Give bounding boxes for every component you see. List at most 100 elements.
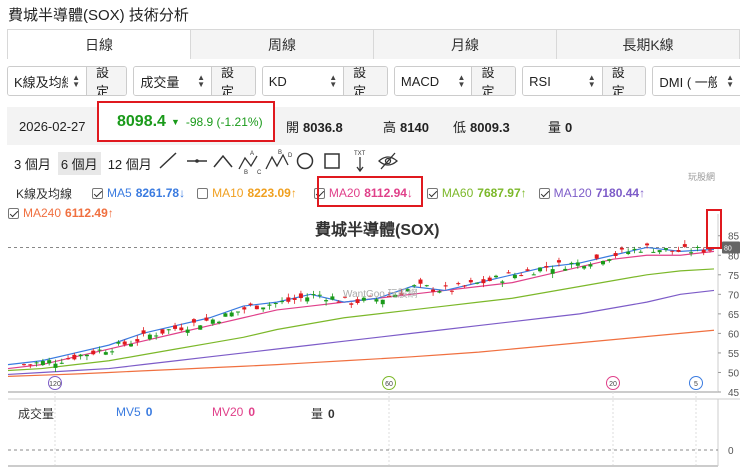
candle-body (701, 249, 706, 253)
price-highlight-box: 8098.4 ▼ -98.9 (-1.21%) (97, 101, 275, 142)
volume-settings-button[interactable]: 設定 (210, 67, 255, 95)
candle-body (588, 264, 593, 267)
candle-body (550, 269, 555, 274)
candle-body (443, 285, 448, 287)
candle-body (191, 319, 196, 323)
candle-body (40, 361, 45, 366)
range-6m[interactable]: 6 個月 (57, 152, 101, 175)
updown-icon: ▲ ▼ (329, 73, 338, 89)
candle-body (210, 319, 215, 324)
dmi-dropdown[interactable]: DMI ( 一般 ▲ ▼ (653, 67, 740, 95)
price-change: -98.9 (-1.21%) (185, 114, 263, 129)
candle-body (349, 303, 354, 305)
drawing-tools: AB C BD TXT (159, 150, 398, 176)
volume-ma20: MV20 0 (212, 405, 256, 419)
kd-settings-button[interactable]: 設定 (343, 67, 387, 95)
candle-body (494, 275, 499, 278)
kline-selector: K線及均線▲▼ 設定 (7, 66, 128, 96)
checkbox[interactable] (197, 187, 209, 199)
triangle-line-icon[interactable] (213, 154, 233, 168)
text-tool-icon[interactable]: TXT (354, 151, 366, 173)
kline-legend: K線及均線 (16, 186, 73, 201)
indicator-selectors: K線及均線▲▼ 設定 成交量▲▼ 設定 KD▲▼ 設定 MACD▲▼ 設定 RS… (7, 66, 740, 96)
quote-bar: 2026-02-27 8098.4 ▼ -98.9 (-1.21%) 開 8036… (7, 101, 740, 145)
volume-value: 量0 (311, 407, 335, 421)
y-tick-label: 85 (728, 232, 740, 243)
page-title: 費城半導體(SOX) 技術分析 (8, 7, 189, 24)
svg-text:TXT: TXT (354, 151, 366, 157)
candle-body (663, 248, 668, 250)
volume-ma5: MV5 0 (116, 405, 153, 419)
rsi-selector: RSI ▲ ▼ 設定 (522, 66, 647, 96)
legend-ma120[interactable]: MA120 7180.44 ↑ (538, 186, 645, 200)
legend-ma10[interactable]: MA10 8223.09 ↑ (197, 186, 297, 200)
rsi-dropdown[interactable]: RSI ▲ ▼ (523, 67, 602, 95)
series-line-ma5 (7, 246, 715, 366)
candle-body (645, 243, 650, 246)
range-12m[interactable]: 12 個月 (105, 152, 155, 175)
hide-eye-icon[interactable] (378, 152, 398, 170)
tab-daily[interactable]: 日線 (8, 30, 191, 59)
checkbox[interactable] (8, 207, 19, 219)
tab-monthly[interactable]: 月線 (374, 30, 557, 59)
legend-ma240[interactable]: MA240 6112.49 ↑ (8, 206, 114, 220)
candle-body (695, 246, 700, 248)
rsi-settings-button[interactable]: 設定 (601, 67, 646, 95)
candle-body (292, 298, 297, 300)
candle-body (160, 329, 165, 334)
quote-date: 2026-02-27 (19, 118, 86, 134)
candle-body (78, 354, 83, 357)
period-marker-label: 120 (49, 381, 61, 388)
circle-tool-icon[interactable] (296, 152, 314, 170)
xabcd-pattern-icon[interactable]: BD (265, 150, 293, 170)
candle-body (135, 339, 140, 342)
tab-long-term[interactable]: 長期K線 (557, 30, 739, 59)
legend-ma60[interactable]: MA60 7687.97 ↑ (426, 186, 527, 200)
period-tabs: 日線 周線 月線 長期K線 (7, 29, 740, 59)
volume-zero-label: 0 (728, 446, 734, 457)
tab-weekly[interactable]: 周線 (191, 30, 374, 59)
kline-settings-button[interactable]: 設定 (86, 67, 127, 95)
kd-selector: KD ▲ ▼ 設定 (261, 66, 388, 96)
trendline-icon[interactable] (159, 152, 177, 169)
volume-selector: 成交量 ▲ ▼ 設定 (133, 66, 256, 96)
kline-dropdown[interactable]: K線及均線▲▼ (8, 67, 86, 95)
macd-settings-button[interactable]: 設定 (471, 67, 516, 95)
checkbox[interactable] (538, 187, 550, 199)
candle-body (437, 291, 442, 293)
candle-body (198, 325, 203, 330)
candle-body (324, 300, 329, 302)
candle-body (28, 364, 33, 366)
candle-body (563, 268, 568, 271)
candle-body (66, 358, 71, 360)
macd-dropdown[interactable]: MACD ▲ ▼ (394, 67, 472, 95)
candle-body (47, 360, 52, 364)
candle-body (418, 279, 423, 284)
legend-ma5[interactable]: MA5 8261.78 ↓ (92, 186, 185, 200)
candle-body (223, 313, 228, 317)
y-tick-label: 65 (728, 310, 740, 321)
candle-body (242, 307, 247, 310)
kd-dropdown[interactable]: KD ▲ ▼ (262, 67, 344, 95)
checkbox[interactable] (92, 187, 104, 199)
candle-body (116, 342, 121, 344)
candle-body (179, 327, 184, 331)
abc-pattern-icon[interactable]: A B C (238, 151, 262, 176)
candle-body (456, 283, 461, 285)
candle-body (72, 354, 77, 360)
period-marker (382, 376, 396, 390)
dmi-selector: DMI ( 一般 ▲ ▼ (652, 66, 740, 96)
rectangle-tool-icon[interactable] (324, 153, 340, 169)
svg-text:A: A (250, 151, 254, 157)
checkbox[interactable] (426, 187, 438, 199)
horizontal-line-icon[interactable] (187, 159, 207, 163)
candle-body (657, 250, 662, 253)
last-price: 8098.4 (117, 112, 166, 130)
updown-icon: ▲ ▼ (72, 73, 80, 89)
updown-icon: ▲ ▼ (457, 73, 466, 89)
volume-dropdown[interactable]: 成交量 ▲ ▼ (134, 67, 211, 95)
candle-body (462, 285, 467, 287)
candle-body (487, 277, 492, 282)
range-3m[interactable]: 3 個月 (11, 152, 54, 175)
candle-body (531, 274, 536, 276)
